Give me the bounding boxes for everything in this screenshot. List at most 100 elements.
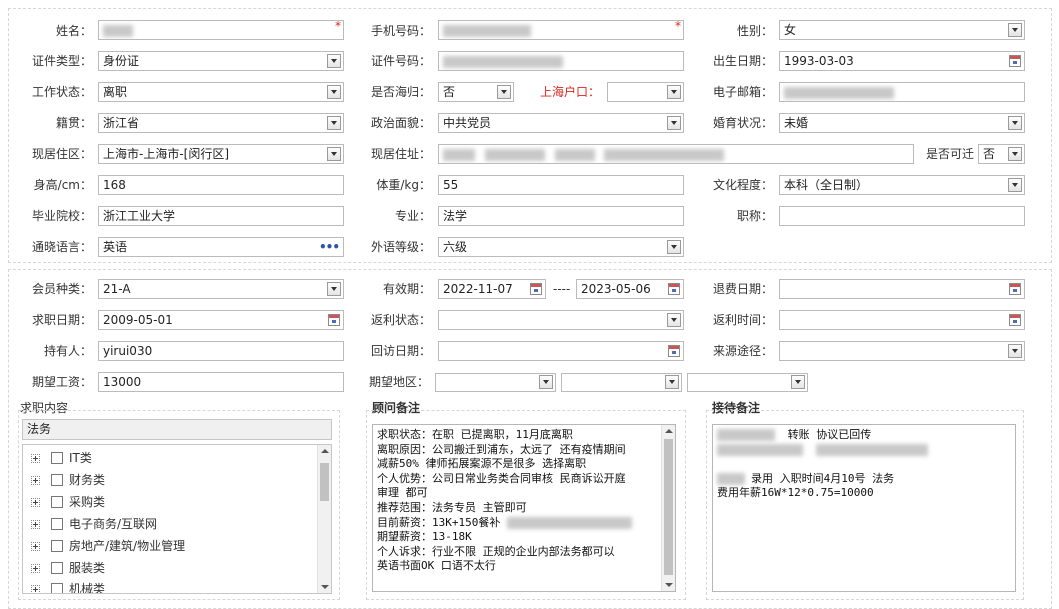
email-input[interactable]: [779, 82, 1025, 102]
calendar-icon[interactable]: [1009, 283, 1021, 295]
language-input[interactable]: 英语 •••: [98, 237, 344, 257]
calendar-icon[interactable]: [668, 283, 680, 295]
education-select[interactable]: 本科（全日制）: [779, 175, 1025, 195]
major-input[interactable]: 法学: [438, 206, 684, 226]
gender-select[interactable]: 女: [779, 20, 1025, 40]
scroll-up-icon[interactable]: [665, 429, 673, 433]
chevron-down-icon[interactable]: [665, 375, 679, 389]
job-category-tree[interactable]: IT类 财务类 采购类 电子商务/互联网 房地产/建筑/物业管理 服装类 机械类: [22, 444, 332, 594]
calendar-icon[interactable]: [668, 345, 680, 357]
holder-input[interactable]: yirui030: [98, 341, 344, 361]
category-checkbox[interactable]: [51, 518, 63, 530]
expand-icon[interactable]: [31, 585, 40, 593]
advisor-notes-textarea[interactable]: 求职状态：在职 已提离职，11月底离职 离职原因：公司搬迁到浦东，太远了 还有疫…: [372, 424, 676, 592]
chevron-down-icon[interactable]: [1008, 344, 1022, 358]
category-checkbox[interactable]: [51, 474, 63, 486]
scroll-up-icon[interactable]: [321, 449, 329, 453]
tree-item[interactable]: 机械类: [31, 580, 311, 593]
tree-item[interactable]: 采购类: [31, 493, 311, 511]
scroll-down-icon[interactable]: [665, 583, 673, 587]
lang-level-select[interactable]: 六级: [438, 237, 684, 257]
refund-date-input[interactable]: [779, 279, 1025, 299]
redacted-address: [484, 148, 545, 161]
title-input[interactable]: [779, 206, 1025, 226]
marital-select[interactable]: 未婚: [779, 113, 1025, 133]
rebate-time-input[interactable]: [779, 310, 1025, 330]
chevron-down-icon[interactable]: [1008, 116, 1022, 130]
scroll-down-icon[interactable]: [321, 585, 329, 589]
region-province-select[interactable]: [435, 373, 556, 392]
tree-item[interactable]: 电子商务/互联网: [31, 515, 311, 533]
weight-input[interactable]: 55: [438, 175, 684, 195]
region-district-select[interactable]: [687, 373, 808, 392]
name-input[interactable]: *: [98, 20, 344, 40]
expand-icon[interactable]: [31, 564, 40, 573]
residence-area-select[interactable]: 上海市-上海市-[闵行区]: [98, 144, 344, 164]
chevron-down-icon[interactable]: [327, 147, 341, 161]
id-type-select[interactable]: 身份证: [98, 51, 344, 71]
member-type-select[interactable]: 21-A: [98, 279, 344, 299]
expand-icon[interactable]: [31, 498, 40, 507]
shanghai-hukou-select[interactable]: [607, 82, 684, 102]
category-checkbox[interactable]: [51, 496, 63, 508]
valid-to-input[interactable]: 2023-05-06: [576, 279, 684, 299]
expand-icon[interactable]: [31, 476, 40, 485]
tree-scrollbar[interactable]: [317, 445, 331, 593]
political-select[interactable]: 中共党员: [438, 113, 684, 133]
height-input[interactable]: 168: [98, 175, 344, 195]
chevron-down-icon[interactable]: [667, 85, 681, 99]
source-select[interactable]: [779, 341, 1025, 361]
tree-item[interactable]: IT类: [31, 449, 311, 467]
job-content-selected[interactable]: 法务: [22, 419, 332, 440]
salary-input[interactable]: 13000: [98, 372, 344, 392]
region-label: 期望地区：: [368, 375, 429, 389]
scroll-thumb[interactable]: [664, 439, 673, 575]
job-date-input[interactable]: 2009-05-01: [98, 310, 344, 330]
category-checkbox[interactable]: [51, 562, 63, 574]
chevron-down-icon[interactable]: [1008, 147, 1022, 161]
tree-item[interactable]: 服装类: [31, 559, 311, 577]
more-dots-icon[interactable]: •••: [319, 241, 340, 253]
chevron-down-icon[interactable]: [1008, 178, 1022, 192]
category-checkbox[interactable]: [51, 540, 63, 552]
chevron-down-icon[interactable]: [327, 85, 341, 99]
chevron-down-icon[interactable]: [327, 282, 341, 296]
chevron-down-icon[interactable]: [667, 116, 681, 130]
chevron-down-icon[interactable]: [791, 375, 805, 389]
calendar-icon[interactable]: [1009, 55, 1021, 67]
birth-date-input[interactable]: 1993-03-03: [779, 51, 1025, 71]
tree-item[interactable]: 房地产/建筑/物业管理: [31, 537, 311, 555]
address-input[interactable]: [438, 144, 914, 164]
native-place-select[interactable]: 浙江省: [98, 113, 344, 133]
region-city-select[interactable]: [561, 373, 682, 392]
scroll-thumb[interactable]: [320, 463, 329, 501]
category-checkbox[interactable]: [51, 583, 63, 593]
reception-notes-textarea[interactable]: 转账 协议已回传 录用 入职时间4月10号 法务 费用年薪16W*12*0.75…: [712, 424, 1016, 592]
chevron-down-icon[interactable]: [667, 313, 681, 327]
expand-icon[interactable]: [31, 520, 40, 529]
chevron-down-icon[interactable]: [539, 375, 553, 389]
returnee-select[interactable]: 否: [438, 82, 514, 102]
school-input[interactable]: 浙江工业大学: [98, 206, 344, 226]
chevron-down-icon[interactable]: [667, 240, 681, 254]
tree-item[interactable]: 财务类: [31, 471, 311, 489]
expand-icon[interactable]: [31, 454, 40, 463]
chevron-down-icon[interactable]: [327, 54, 341, 68]
id-number-input[interactable]: [438, 51, 684, 71]
calendar-icon[interactable]: [530, 283, 542, 295]
phone-input[interactable]: *: [438, 20, 684, 40]
rebate-status-select[interactable]: [438, 310, 684, 330]
revisit-date-input[interactable]: [438, 341, 684, 361]
chevron-down-icon[interactable]: [497, 85, 511, 99]
work-status-select[interactable]: 离职: [98, 82, 344, 102]
redacted-address: [443, 148, 475, 161]
calendar-icon[interactable]: [328, 314, 340, 326]
expand-icon[interactable]: [31, 542, 40, 551]
valid-from-input[interactable]: 2022-11-07: [438, 279, 546, 299]
notes-scrollbar[interactable]: [661, 425, 675, 591]
chevron-down-icon[interactable]: [1008, 23, 1022, 37]
category-checkbox[interactable]: [51, 452, 63, 464]
chevron-down-icon[interactable]: [327, 116, 341, 130]
relocate-select[interactable]: 否: [978, 144, 1025, 164]
calendar-icon[interactable]: [1009, 314, 1021, 326]
